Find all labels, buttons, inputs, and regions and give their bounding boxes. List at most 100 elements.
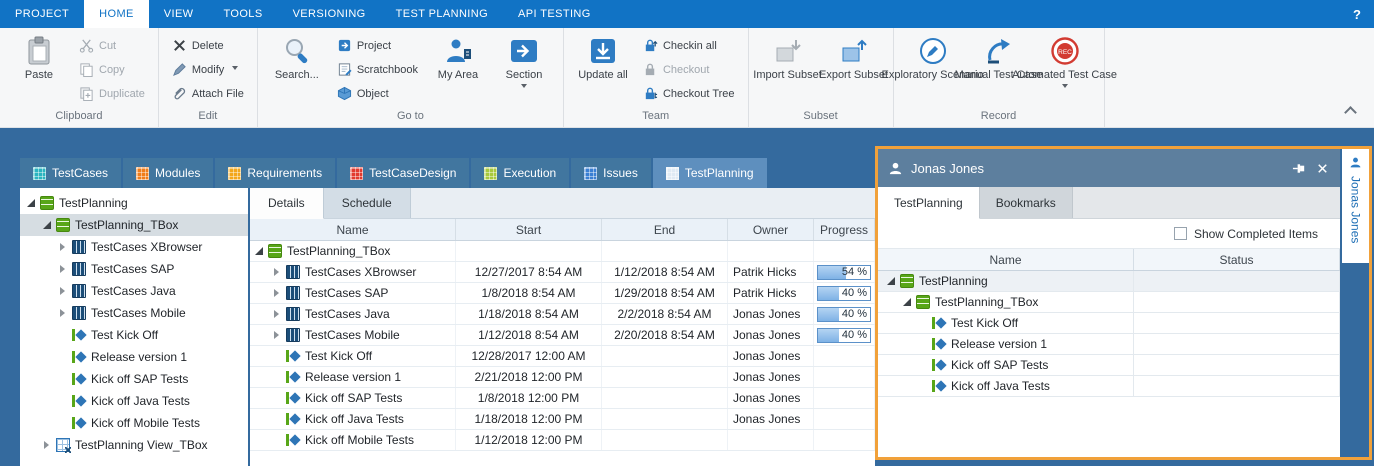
menu-test-planning[interactable]: TEST PLANNING xyxy=(381,0,503,28)
planning-folder-icon xyxy=(900,274,914,288)
column-header-progress[interactable]: Progress xyxy=(814,219,875,240)
tree-item-testplanning-view-tbox[interactable]: TestPlanning View_TBox xyxy=(20,434,248,456)
testcases-node-icon xyxy=(72,240,86,254)
attach-file-button[interactable]: Attach File xyxy=(167,84,249,103)
update-all-button[interactable]: Update all xyxy=(572,33,634,85)
expand-arrow-icon[interactable] xyxy=(42,219,53,231)
testplanning-tab-icon xyxy=(666,167,679,180)
goto-scratchbook-button[interactable]: Scratchbook xyxy=(332,60,423,79)
user-panel-header: Jonas Jones xyxy=(878,149,1340,187)
user-table-row[interactable]: Test Kick Off xyxy=(878,313,1340,334)
table-row[interactable]: Test Kick Off 12/28/2017 12:00 AM Jonas … xyxy=(250,346,875,367)
tree-item-testplanning[interactable]: TestPlanning xyxy=(20,192,248,214)
tab-testcasedesign[interactable]: TestCaseDesign xyxy=(337,158,469,188)
table-row[interactable]: Release version 1 2/21/2018 12:00 PM Jon… xyxy=(250,367,875,388)
tree-item-testcases-sap[interactable]: TestCases SAP xyxy=(20,258,248,280)
pin-icon[interactable] xyxy=(1292,161,1307,176)
show-completed-checkbox[interactable] xyxy=(1174,227,1187,240)
checkout-tree-button[interactable]: Checkout Tree xyxy=(638,84,740,103)
export-subset-button[interactable]: Export Subset xyxy=(823,33,885,85)
tab-schedule[interactable]: Schedule xyxy=(324,188,411,218)
menu-versioning[interactable]: VERSIONING xyxy=(278,0,381,28)
goto-object-button[interactable]: Object xyxy=(332,84,423,103)
expand-arrow-icon[interactable] xyxy=(886,275,897,287)
user-table-row[interactable]: Kick off Java Tests xyxy=(878,376,1340,397)
tab-user-bookmarks[interactable]: Bookmarks xyxy=(980,187,1073,218)
import-subset-button[interactable]: Import Subset xyxy=(757,33,819,85)
ribbon-group-goto: Search... Project Scratchbook xyxy=(258,28,564,127)
copy-button[interactable]: Copy xyxy=(74,60,150,79)
my-area-button[interactable]: My Area xyxy=(427,33,489,85)
search-button[interactable]: Search... xyxy=(266,33,328,85)
delete-button[interactable]: Delete xyxy=(167,36,249,55)
collapse-arrow-icon[interactable] xyxy=(58,285,69,297)
collapse-arrow-icon[interactable] xyxy=(272,308,283,320)
collapse-arrow-icon[interactable] xyxy=(272,329,283,341)
side-tab-jonas-jones[interactable]: Jonas Jones xyxy=(1342,149,1369,263)
tree-item-testcases-mobile[interactable]: TestCases Mobile xyxy=(20,302,248,324)
tree-item-testcases-xbrowser[interactable]: TestCases XBrowser xyxy=(20,236,248,258)
tree-item-kick-off-mobile-tests[interactable]: Kick off Mobile Tests xyxy=(20,412,248,434)
user-table-row[interactable]: Release version 1 xyxy=(878,334,1340,355)
column-header-name[interactable]: Name xyxy=(878,249,1134,270)
tab-issues[interactable]: Issues xyxy=(571,158,651,188)
tab-modules[interactable]: Modules xyxy=(123,158,213,188)
cut-button[interactable]: Cut xyxy=(74,36,150,55)
menu-tools[interactable]: TOOLS xyxy=(208,0,277,28)
collapse-ribbon-button[interactable] xyxy=(1342,103,1360,117)
collapse-arrow-icon[interactable] xyxy=(272,266,283,278)
table-row[interactable]: TestCases Mobile 1/12/2018 8:54 AM 2/20/… xyxy=(250,325,875,346)
user-table-row[interactable]: Kick off SAP Tests xyxy=(878,355,1340,376)
table-row[interactable]: TestPlanning_TBox xyxy=(250,241,875,262)
column-header-status[interactable]: Status xyxy=(1134,249,1340,270)
table-row[interactable]: Kick off Java Tests 1/18/2018 12:00 PM J… xyxy=(250,409,875,430)
column-header-start[interactable]: Start xyxy=(456,219,602,240)
collapse-arrow-icon[interactable] xyxy=(272,287,283,299)
milestone-icon xyxy=(932,337,946,351)
help-icon[interactable]: ? xyxy=(1340,0,1374,28)
collapse-arrow-icon[interactable] xyxy=(58,263,69,275)
collapse-arrow-icon[interactable] xyxy=(58,241,69,253)
collapse-arrow-icon[interactable] xyxy=(58,307,69,319)
table-row[interactable]: TestCases Java 1/18/2018 8:54 AM 2/2/201… xyxy=(250,304,875,325)
paste-button[interactable]: Paste xyxy=(8,33,70,85)
expand-arrow-icon[interactable] xyxy=(902,296,913,308)
menu-project[interactable]: PROJECT xyxy=(0,0,84,28)
table-row[interactable]: TestCases SAP 1/8/2018 8:54 AM 1/29/2018… xyxy=(250,283,875,304)
collapse-arrow-icon[interactable] xyxy=(42,439,53,451)
tab-details[interactable]: Details xyxy=(250,188,324,219)
tree-item-kick-off-java-tests[interactable]: Kick off Java Tests xyxy=(20,390,248,412)
tree-item-testcases-java[interactable]: TestCases Java xyxy=(20,280,248,302)
tab-requirements[interactable]: Requirements xyxy=(215,158,335,188)
user-table-row[interactable]: TestPlanning_TBox xyxy=(878,292,1340,313)
menu-home[interactable]: HOME xyxy=(84,0,149,28)
automated-test-case-button[interactable]: REC Automated Test Case xyxy=(1034,33,1096,94)
tree-item-kick-off-sap-tests[interactable]: Kick off SAP Tests xyxy=(20,368,248,390)
tab-user-testplanning[interactable]: TestPlanning xyxy=(878,187,980,219)
checkout-button[interactable]: Checkout xyxy=(638,60,740,79)
tree-item-release-version-1[interactable]: Release version 1 xyxy=(20,346,248,368)
expand-arrow-icon[interactable] xyxy=(254,245,265,257)
checkin-all-button[interactable]: Checkin all xyxy=(638,36,740,55)
modify-button[interactable]: Modify xyxy=(167,60,249,79)
tab-execution[interactable]: Execution xyxy=(471,158,569,188)
tab-testcases[interactable]: TestCases xyxy=(20,158,121,188)
column-header-name[interactable]: Name xyxy=(250,219,456,240)
menu-api-testing[interactable]: API TESTING xyxy=(503,0,606,28)
expand-arrow-icon[interactable] xyxy=(26,197,37,209)
table-row[interactable]: Kick off Mobile Tests 1/12/2018 12:00 PM xyxy=(250,430,875,451)
user-table-row[interactable]: TestPlanning xyxy=(878,271,1340,292)
tree-item-testplanning-tbox[interactable]: TestPlanning_TBox xyxy=(20,214,248,236)
close-icon[interactable] xyxy=(1315,161,1330,176)
column-header-end[interactable]: End xyxy=(602,219,728,240)
column-header-owner[interactable]: Owner xyxy=(728,219,814,240)
table-row[interactable]: TestCases XBrowser 12/27/2017 8:54 AM 1/… xyxy=(250,262,875,283)
goto-project-button[interactable]: Project xyxy=(332,36,423,55)
menu-view[interactable]: VIEW xyxy=(149,0,209,28)
section-button[interactable]: Section xyxy=(493,33,555,94)
duplicate-button[interactable]: Duplicate xyxy=(74,84,150,103)
table-row[interactable]: Kick off SAP Tests 1/8/2018 12:00 PM Jon… xyxy=(250,388,875,409)
tree-item-test-kick-off[interactable]: Test Kick Off xyxy=(20,324,248,346)
tab-testplanning[interactable]: TestPlanning xyxy=(653,158,767,188)
group-label-edit: Edit xyxy=(161,110,255,127)
